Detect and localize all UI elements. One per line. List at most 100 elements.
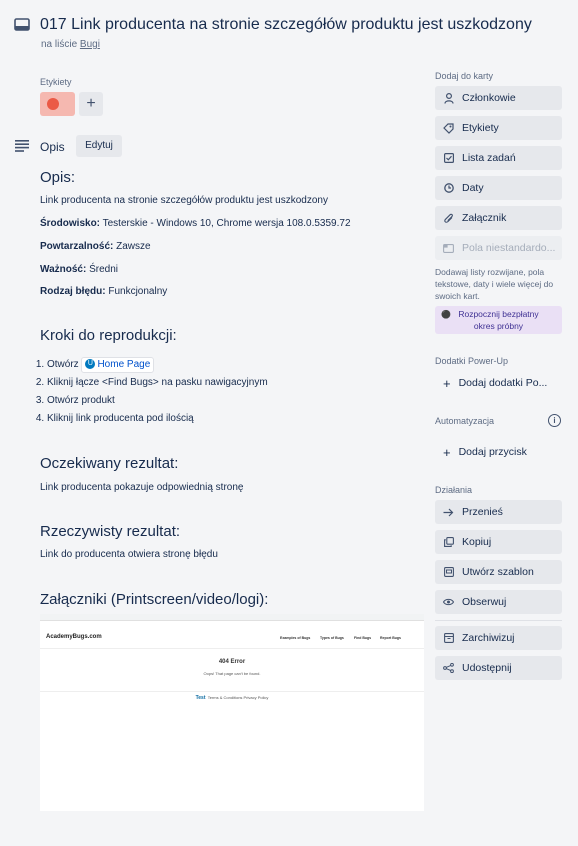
add-powerups-label: Dodaj dodatki Po... [458,377,548,389]
add-button-label: Dodaj przycisk [458,446,527,458]
home-page-link-text: Home Page [97,359,151,370]
bug-type-line: Rodzaj błędu: Funkcjonalny [40,286,167,297]
heading-steps: Kroki do reprodukcji: [40,327,177,344]
browser-bookmarks-bar [40,621,424,626]
browser-toolbar [40,614,424,621]
sev-label: Ważność: [40,264,87,275]
checkbox-icon [443,153,454,164]
custom-fields-button[interactable]: Pola niestandardo... [435,236,562,260]
card-title[interactable]: 017 Link producenta na stronie szczegółó… [40,16,532,34]
checklist-label: Lista zadań [462,152,516,164]
env-label: Środowisko: [40,218,101,229]
sev-value: Średni [86,264,118,275]
attachment-label: Załącznik [462,212,507,224]
automation-heading: Automatyzacja [435,416,495,426]
step-item: Otwórz produkt [47,392,268,410]
site-favicon-icon: U [85,359,96,370]
paperclip-icon [443,213,454,224]
custom-fields-hint: Dodawaj listy rozwijane, pola tekstowe, … [435,267,554,301]
sidebar-divider [435,620,562,621]
step-item: Otwórz UHome Page [47,356,268,374]
site-brand: AcademyBugs.com [46,634,102,640]
template-label: Utwórz szablon [462,566,534,578]
home-page-link[interactable]: U Home Page [81,357,155,373]
heading-opis: Opis: [40,169,76,186]
attachment-button[interactable]: Załącznik [435,206,562,230]
trial-label: Rozpocznij bezpłatny okres próbny [458,309,539,331]
heading-attachments: Załączniki (Printscreen/video/logi): [40,591,269,608]
start-trial-button[interactable]: ⚫ Rozpocznij bezpłatny okres próbny [435,306,562,334]
plus-icon: + [443,444,451,460]
tag-icon [443,122,454,134]
site-nav-item: Report Bugs [380,636,401,640]
add-powerups-button[interactable]: + Dodaj dodatki Po... [435,371,562,395]
share-label: Udostępnij [462,662,512,674]
edit-description-button[interactable]: Edytuj [76,135,122,157]
actions-heading: Działania [435,485,473,495]
add-button-button[interactable]: + Dodaj przycisk [435,440,562,464]
clock-icon [443,183,454,194]
person-icon [443,92,454,104]
rep-value: Zawsze [113,241,151,252]
heading-actual: Rzeczywisty rezultat: [40,523,181,540]
environment-line: Środowisko: Testerskie - Windows 10, Chr… [40,218,351,229]
labels-heading: Etykiety [40,77,72,87]
custom-fields-label: Pola niestandardo... [462,242,556,254]
dates-button[interactable]: Daty [435,176,562,200]
copy-button[interactable]: Kopiuj [435,530,562,554]
card-list-info: na liście Bugi [41,39,100,50]
archive-label: Zarchiwizuj [462,632,515,644]
powerups-heading: Dodatki Power-Up [435,356,509,366]
copy-icon [443,537,454,548]
share-icon [443,663,454,674]
site-nav-item: Types of Bugs [320,636,344,640]
error-title: 404 Error [218,659,246,665]
divider [40,691,424,692]
description-section-label: Opis [40,140,65,154]
plus-icon: + [443,375,451,391]
description-icon [15,140,29,152]
labels-button[interactable]: Etykiety [435,116,562,140]
label-color-dot [47,98,59,110]
add-label-button[interactable]: + [79,92,103,116]
trial-icon: ⚫ [441,310,451,319]
members-button[interactable]: Członkowie [435,86,562,110]
type-value: Funkcjonalny [105,286,168,297]
info-icon[interactable]: i [548,414,561,427]
summary-text: Link producenta na stronie szczegółów pr… [40,195,328,206]
attachment-screenshot[interactable]: AcademyBugs.com Examples of Bugs Types o… [40,614,424,811]
arrow-right-icon [443,507,454,518]
list-link[interactable]: Bugi [80,39,100,50]
severity-line: Ważność: Średni [40,264,118,275]
site-nav-item: Examples of Bugs [280,636,311,640]
heading-expected: Oczekiwany rezultat: [40,455,179,472]
divider [40,648,424,649]
footer-brand: Test [195,695,206,701]
dates-label: Daty [462,182,484,194]
share-button[interactable]: Udostępnij [435,656,562,680]
archive-button[interactable]: Zarchiwizuj [435,626,562,650]
error-subtitle: Oops! That page can't be found. [203,671,261,676]
watch-button[interactable]: Obserwuj [435,590,562,614]
members-label: Członkowie [462,92,516,104]
move-button[interactable]: Przenieś [435,500,562,524]
move-label: Przenieś [462,506,503,518]
labels-label: Etykiety [462,122,499,134]
archive-icon [443,633,454,644]
site-footer: Test Terms & Conditions Privacy Policy [40,695,424,701]
actual-text: Link do producenta otwiera stronę błędu [40,549,218,560]
footer-links: Terms & Conditions Privacy Policy [207,695,269,700]
add-to-card-heading: Dodaj do karty [435,71,494,81]
create-template-button[interactable]: Utwórz szablon [435,560,562,584]
label-chip-red[interactable] [40,92,75,116]
steps-list: Otwórz UHome Page Kliknij łącze <Find Bu… [27,356,268,428]
site-nav-item: Find Bugs [354,636,372,640]
list-prefix: na liście [41,39,80,50]
checklist-button[interactable]: Lista zadań [435,146,562,170]
card-icon [14,18,30,31]
rep-label: Powtarzalność: [40,241,114,252]
step1-prefix: Otwórz [47,359,82,370]
type-label: Rodzaj błędu: [40,286,106,297]
expected-text: Link producenta pokazuje odpowiednią str… [40,482,244,493]
custom-fields-icon [443,243,454,254]
